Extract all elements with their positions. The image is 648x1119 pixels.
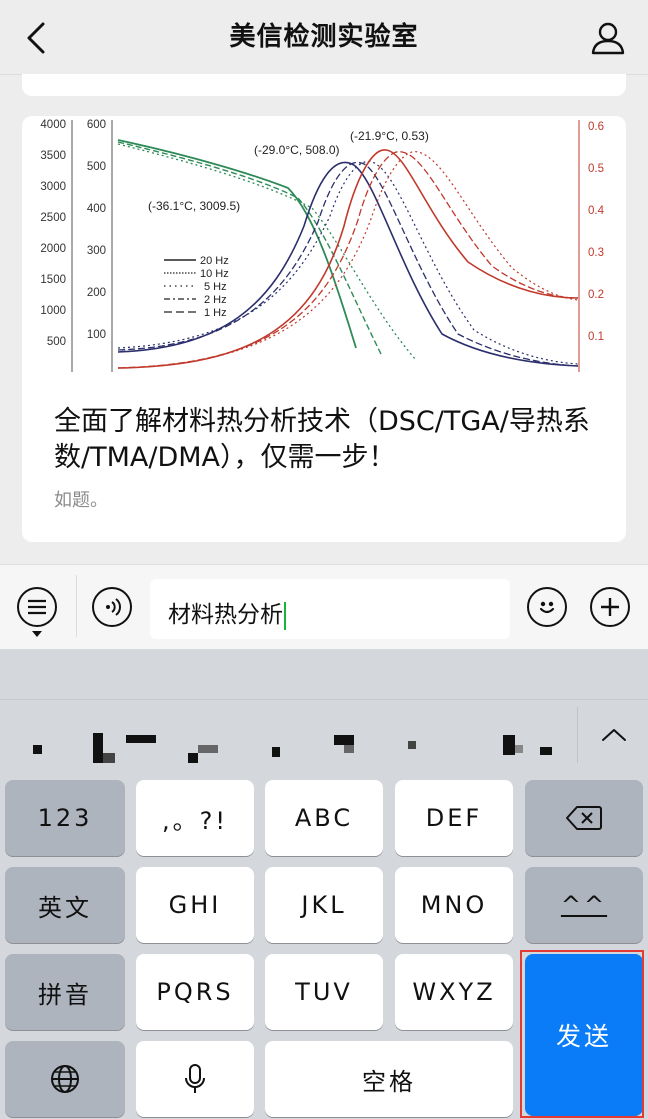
article-title[interactable]: 全面了解材料热分析技术（DSC/TGA/导热系数/TMA/DMA），仅需一步！ [54, 404, 602, 476]
space-key[interactable]: 空格 [265, 1041, 513, 1117]
chart-annotation: (-21.9°C, 0.53) [350, 129, 429, 143]
legend-entry: 10 Hz [200, 268, 229, 280]
emoji-button[interactable] [527, 587, 567, 627]
key-pqrs[interactable]: PQRS [136, 954, 254, 1030]
backspace-icon [566, 806, 602, 830]
left-axis-tick: 3500 [40, 150, 66, 162]
caret-down-icon [32, 631, 42, 637]
top-bar: 美信检测实验室 [0, 0, 648, 75]
ime-candidate-bar [0, 649, 648, 774]
voice-button[interactable] [92, 587, 132, 627]
globe-icon [51, 1065, 79, 1093]
chart-annotation: (-29.0°C, 508.0) [254, 143, 340, 157]
key-punctuation[interactable]: ,。?! [136, 780, 254, 856]
backspace-key[interactable] [525, 780, 643, 856]
right-axis-tick: 0.5 [588, 163, 604, 175]
left-axis-tick: 2500 [40, 212, 66, 224]
key-123[interactable]: 123 [5, 780, 125, 856]
key-def[interactable]: DEF [395, 780, 513, 856]
key-tuv[interactable]: TUV [265, 954, 383, 1030]
inner-axis-tick: 400 [87, 203, 106, 215]
plus-icon [601, 598, 619, 616]
right-axis-tick: 0.1 [588, 331, 604, 343]
message-input-bar: 材料热分析 [0, 564, 648, 649]
expand-candidates-button[interactable] [594, 717, 634, 753]
menu-list-icon [28, 599, 46, 615]
left-axis-tick: 2000 [40, 243, 66, 255]
article-cover-image: 4000 3500 3000 2500 2000 1500 1000 500 6… [40, 119, 605, 372]
legend-entry: 20 Hz [200, 255, 229, 267]
key-jkl[interactable]: JKL [265, 867, 383, 943]
key-ghi[interactable]: GHI [136, 867, 254, 943]
chevron-up-icon [602, 729, 626, 741]
message-input-text: 材料热分析 [168, 595, 286, 630]
text-caret [284, 601, 286, 630]
inner-axis-tick: 200 [87, 287, 106, 299]
person-icon [591, 22, 625, 55]
right-axis-tick: 0.6 [588, 121, 604, 133]
left-axis-tick: 4000 [40, 119, 66, 131]
emoji-icon [539, 601, 555, 614]
page-title: 美信检测实验室 [229, 22, 419, 52]
inner-axis-tick: 500 [87, 161, 106, 173]
left-axis-tick: 1500 [40, 274, 66, 286]
key-abc[interactable]: ABC [265, 780, 383, 856]
divider [577, 707, 578, 763]
inner-axis-tick: 300 [87, 245, 106, 257]
chart-annotation: (-36.1°C, 3009.5) [148, 199, 240, 213]
more-button[interactable] [590, 587, 630, 627]
microphone-key[interactable] [136, 1041, 254, 1117]
keyboard: 123 ,。?! ABC DEF 英文 GHI JKL MNO ^^ 拼音 PQ… [0, 774, 648, 1119]
profile-button[interactable] [586, 16, 630, 60]
legend-entry: 5 Hz [204, 281, 227, 293]
menu-button[interactable] [17, 587, 57, 627]
right-axis-tick: 0.2 [588, 289, 604, 301]
key-pinyin[interactable]: 拼音 [5, 954, 125, 1030]
message-input[interactable]: 材料热分析 [150, 579, 510, 639]
key-english[interactable]: 英文 [5, 867, 125, 943]
right-axis-tick: 0.4 [588, 205, 605, 217]
left-axis-tick: 3000 [40, 181, 66, 193]
right-axis-tick: 0.3 [588, 247, 604, 259]
inner-axis-tick: 100 [87, 329, 106, 341]
send-button[interactable]: 发送 [525, 954, 643, 1116]
left-axis-tick: 1000 [40, 305, 66, 317]
key-emoticon[interactable]: ^^ [525, 867, 643, 943]
divider [76, 575, 77, 637]
inner-axis-tick: 600 [87, 119, 106, 131]
legend-entry: 2 Hz [204, 294, 227, 306]
previous-article-card[interactable] [22, 74, 626, 96]
left-axis-tick: 500 [47, 336, 66, 348]
divider [0, 699, 648, 700]
article-description: 如题。 [54, 490, 108, 511]
key-wxyz[interactable]: WXYZ [395, 954, 513, 1030]
voice-icon [106, 598, 121, 616]
microphone-icon [185, 1064, 205, 1093]
legend-entry: 1 Hz [204, 307, 227, 319]
key-mno[interactable]: MNO [395, 867, 513, 943]
globe-key[interactable] [5, 1041, 125, 1117]
article-card[interactable]: 4000 3500 3000 2500 2000 1500 1000 500 6… [22, 116, 626, 542]
